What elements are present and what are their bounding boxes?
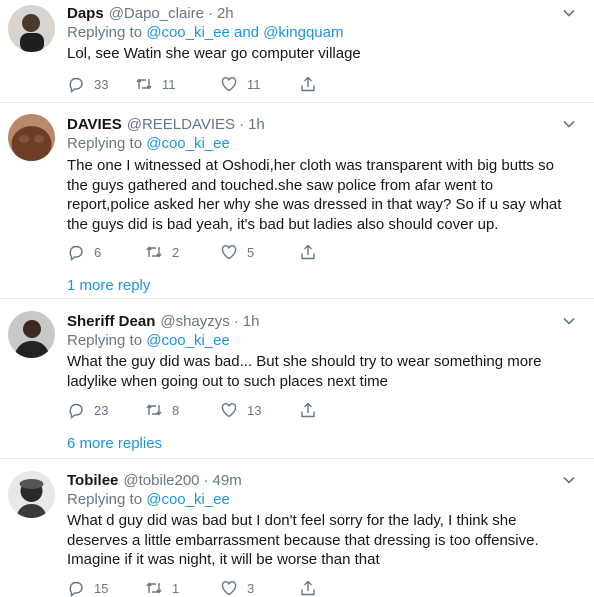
user-handle[interactable]: @tobile200 xyxy=(123,472,199,489)
reply-count: 15 xyxy=(94,580,109,596)
tweet-header: Daps @Dapo_claire · 2h xyxy=(67,2,234,24)
share-button[interactable] xyxy=(299,74,317,94)
user-handle[interactable]: @Dapo_claire xyxy=(109,5,204,22)
tweet-tobilee[interactable]: Tobilee @tobile200 · 49m Replying to @co… xyxy=(0,459,594,597)
separator-dot: · xyxy=(203,471,209,489)
reply-icon xyxy=(69,77,83,93)
timestamp[interactable]: 49m xyxy=(213,472,242,489)
tweet-text: What the guy did was bad... But she shou… xyxy=(67,353,542,390)
retweet-count: 8 xyxy=(172,402,180,418)
display-name[interactable]: Tobilee xyxy=(67,472,118,489)
like-button[interactable]: 13 xyxy=(220,400,261,420)
tweet-text: The one I witnessed at Oshodi,her cloth … xyxy=(67,157,562,233)
reply-icon xyxy=(69,245,83,261)
tweet-actions: 15 1 3 xyxy=(67,578,467,597)
reply-button[interactable]: 6 xyxy=(67,242,101,262)
separator-dot: · xyxy=(207,4,213,22)
retweet-count: 11 xyxy=(162,76,176,92)
timestamp[interactable]: 1h xyxy=(243,313,260,330)
like-button[interactable]: 5 xyxy=(220,242,254,262)
share-button[interactable] xyxy=(299,400,317,420)
replying-to: Replying to @coo_ki_ee xyxy=(67,332,230,349)
retweet-button[interactable]: 11 xyxy=(135,74,176,94)
replying-to-mentions[interactable]: @coo_ki_ee xyxy=(146,491,230,508)
reply-count: 23 xyxy=(94,402,109,418)
like-icon xyxy=(221,245,237,260)
like-icon xyxy=(221,77,237,92)
replying-to-label: Replying to xyxy=(67,491,143,508)
display-name[interactable]: DAVIES xyxy=(67,116,122,133)
tweet-actions: 6 2 5 xyxy=(67,242,467,262)
separator-dot: · xyxy=(239,115,245,133)
reply-count: 6 xyxy=(94,244,102,260)
reply-button[interactable]: 15 xyxy=(67,578,108,597)
retweet-count: 2 xyxy=(172,244,180,260)
retweet-button[interactable]: 8 xyxy=(145,400,179,420)
caret-down-icon[interactable] xyxy=(562,6,576,20)
avatar[interactable] xyxy=(8,114,55,161)
tweet-text: Lol, see Watin she wear go computer vill… xyxy=(67,45,361,62)
caret-down-icon[interactable] xyxy=(562,117,576,131)
retweet-icon xyxy=(146,246,162,258)
share-icon xyxy=(301,402,315,418)
timestamp[interactable]: 2h xyxy=(217,5,234,22)
reply-button[interactable]: 23 xyxy=(67,400,108,420)
replying-to: Replying to @coo_ki_ee xyxy=(67,135,230,152)
reply-button[interactable]: 33 xyxy=(67,74,108,94)
tweet-actions: 33 11 11 xyxy=(67,74,467,94)
retweet-icon xyxy=(146,582,162,594)
share-button[interactable] xyxy=(299,242,317,262)
show-more-replies-link[interactable]: 6 more replies xyxy=(67,435,162,452)
avatar[interactable] xyxy=(8,311,55,358)
replying-to-label: Replying to xyxy=(67,24,143,41)
user-handle[interactable]: @REELDAVIES xyxy=(127,116,235,133)
replying-to-label: Replying to xyxy=(67,135,143,152)
like-count: 13 xyxy=(247,402,262,418)
caret-down-icon[interactable] xyxy=(562,314,576,328)
replying-to: Replying to @coo_ki_ee xyxy=(67,491,230,508)
tweet-header: Sheriff Dean @shayzys · 1h xyxy=(67,310,259,332)
like-count: 11 xyxy=(247,76,261,92)
tweet-header: Tobilee @tobile200 · 49m xyxy=(67,469,242,491)
retweet-button[interactable]: 2 xyxy=(145,242,179,262)
like-icon xyxy=(221,403,237,418)
retweet-button[interactable]: 1 xyxy=(145,578,179,597)
like-button[interactable]: 11 xyxy=(220,74,261,94)
like-button[interactable]: 3 xyxy=(220,578,254,597)
tweet-davies[interactable]: DAVIES @REELDAVIES · 1h Replying to @coo… xyxy=(0,103,594,299)
tweet-header: DAVIES @REELDAVIES · 1h xyxy=(67,113,265,135)
tweet-actions: 23 8 13 xyxy=(67,400,467,420)
retweet-count: 1 xyxy=(172,580,180,596)
like-count: 3 xyxy=(247,580,255,596)
separator-dot: · xyxy=(233,312,239,330)
show-more-replies-link[interactable]: 1 more reply xyxy=(67,277,150,294)
share-icon xyxy=(301,580,315,596)
like-icon xyxy=(221,581,237,596)
tweet-sheriff-dean[interactable]: Sheriff Dean @shayzys · 1h Replying to @… xyxy=(0,299,594,459)
share-icon xyxy=(301,244,315,260)
reply-count: 33 xyxy=(94,76,109,92)
display-name[interactable]: Sheriff Dean xyxy=(67,313,155,330)
user-handle[interactable]: @shayzys xyxy=(160,313,229,330)
replying-to: Replying to @coo_ki_ee and @kingquam xyxy=(67,24,343,41)
avatar[interactable] xyxy=(8,471,55,518)
tweet-text: What d guy did was bad but I don't feel … xyxy=(67,512,539,568)
share-button[interactable] xyxy=(299,578,317,597)
caret-down-icon[interactable] xyxy=(562,473,576,487)
reply-icon xyxy=(69,403,83,419)
reply-icon xyxy=(69,581,83,597)
replying-to-mentions[interactable]: @coo_ki_ee xyxy=(146,135,230,152)
share-icon xyxy=(301,76,315,92)
display-name[interactable]: Daps xyxy=(67,5,104,22)
replying-to-label: Replying to xyxy=(67,332,143,349)
timestamp[interactable]: 1h xyxy=(248,116,265,133)
like-count: 5 xyxy=(247,244,255,260)
replying-to-mentions[interactable]: @coo_ki_ee and @kingquam xyxy=(146,24,343,41)
tweet-daps[interactable]: Daps @Dapo_claire · 2h Replying to @coo_… xyxy=(0,0,594,103)
retweet-icon xyxy=(136,78,152,90)
replying-to-mentions[interactable]: @coo_ki_ee xyxy=(146,332,230,349)
retweet-icon xyxy=(146,404,162,416)
avatar[interactable] xyxy=(8,5,55,52)
